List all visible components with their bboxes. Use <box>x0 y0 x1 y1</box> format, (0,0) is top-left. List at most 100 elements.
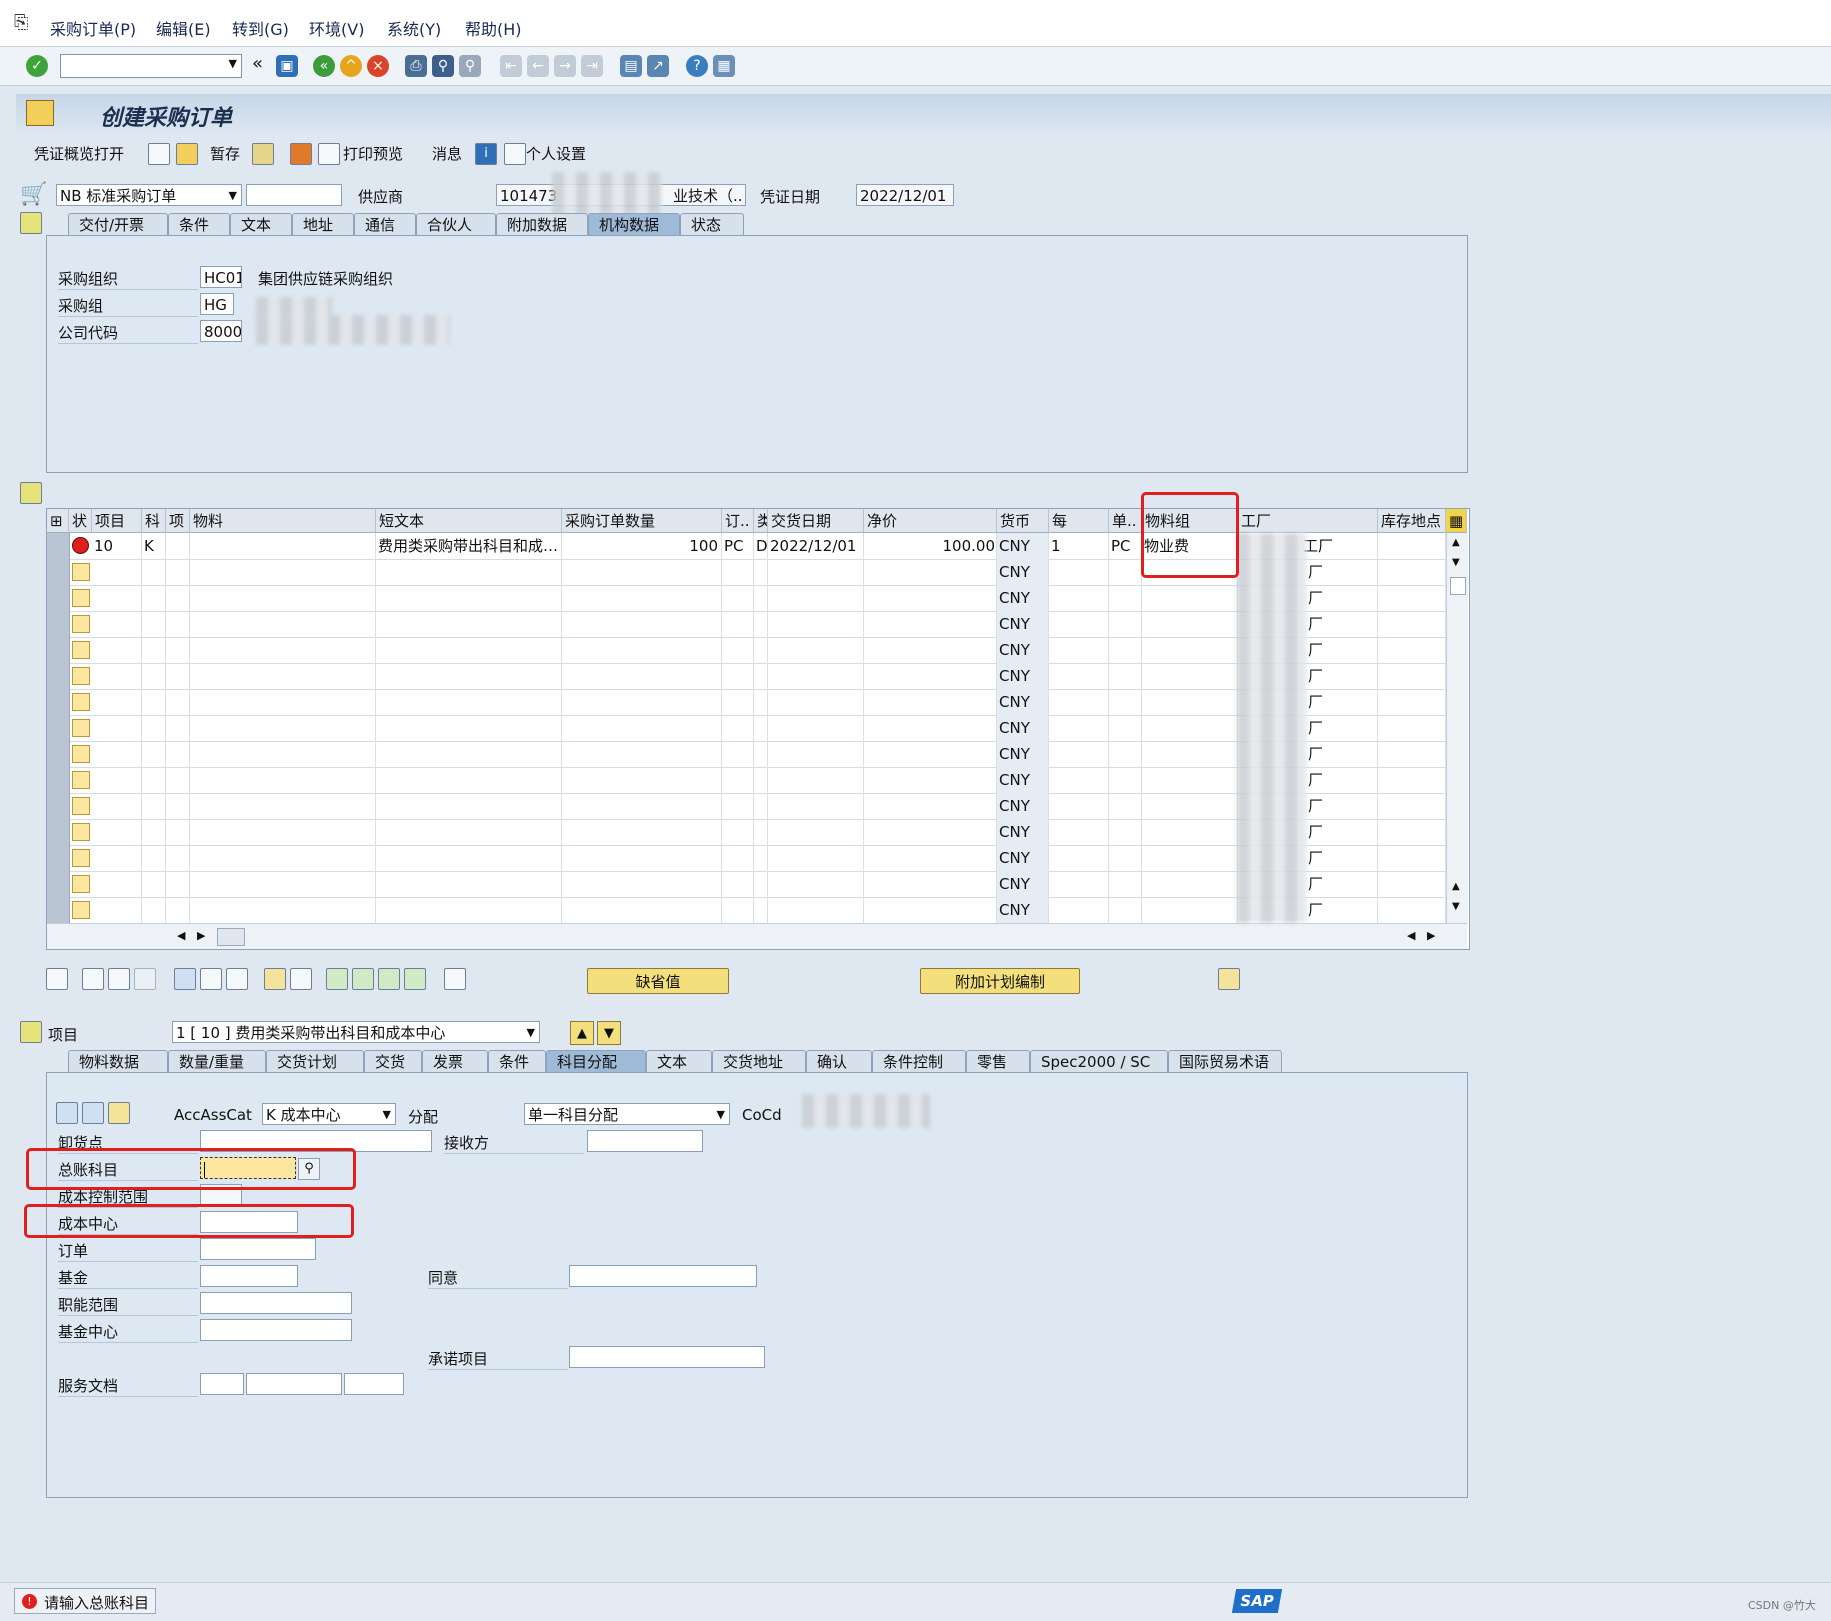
grid-cell[interactable] <box>1378 689 1446 715</box>
grid-cell[interactable] <box>1378 559 1446 585</box>
grid-cell[interactable] <box>142 663 166 689</box>
grid-cell[interactable] <box>722 845 754 871</box>
change-icon[interactable] <box>82 1102 104 1124</box>
status-cell[interactable] <box>72 771 90 789</box>
new-document-icon[interactable] <box>148 143 170 165</box>
next-page-icon[interactable]: → <box>554 55 576 77</box>
grid-cell[interactable] <box>190 689 376 715</box>
cell-material[interactable] <box>190 533 376 559</box>
menu-purchase-order[interactable]: 采购订单(P) <box>50 16 136 40</box>
grid-cell[interactable] <box>754 689 768 715</box>
grid-cell[interactable] <box>754 585 768 611</box>
print-preview-icon[interactable] <box>318 143 340 165</box>
cancel-icon[interactable]: × <box>367 55 389 77</box>
distribution-select[interactable]: 单一科目分配 ▼ <box>524 1103 730 1125</box>
col-storage-location[interactable]: 库存地点 <box>1378 509 1446 533</box>
collapse-icon[interactable]: « <box>252 53 263 74</box>
grid-cell[interactable] <box>754 871 768 897</box>
grid-cell[interactable] <box>142 585 166 611</box>
col-status[interactable]: 状 <box>69 509 92 533</box>
grid-cell[interactable] <box>754 611 768 637</box>
grid-cell[interactable] <box>754 819 768 845</box>
select-all-header[interactable]: ⊞ <box>47 509 69 533</box>
grid-cell[interactable] <box>92 767 142 793</box>
personal-settings-button[interactable]: 个人设置 <box>526 143 586 164</box>
grid-cell[interactable] <box>1378 845 1446 871</box>
find-next-icon[interactable]: ⚲ <box>459 55 481 77</box>
grid-cell[interactable] <box>190 585 376 611</box>
grid-cell[interactable] <box>562 585 722 611</box>
menu-edit[interactable]: 编辑(E) <box>156 16 211 40</box>
grid-cell[interactable] <box>562 611 722 637</box>
grid-cell[interactable] <box>166 819 190 845</box>
grid-cell[interactable] <box>166 715 190 741</box>
sort-desc-icon[interactable] <box>352 968 374 990</box>
tab-account-assignment[interactable]: 科目分配 <box>546 1050 646 1072</box>
grid-cell[interactable] <box>376 819 562 845</box>
grid-cell[interactable] <box>1109 741 1142 767</box>
service-doc-field-3[interactable] <box>344 1373 404 1395</box>
cell-per[interactable]: 1 <box>1049 533 1109 559</box>
grid-cell[interactable] <box>92 897 142 923</box>
grid-cell[interactable] <box>1049 611 1109 637</box>
grid-cell[interactable] <box>190 611 376 637</box>
grid-cell[interactable] <box>142 689 166 715</box>
tab-delivery-address[interactable]: 交货地址 <box>712 1050 806 1072</box>
grid-cell[interactable] <box>1049 871 1109 897</box>
grid-cell[interactable] <box>376 793 562 819</box>
status-cell[interactable] <box>72 797 90 815</box>
lock-icon[interactable] <box>200 968 222 990</box>
grid-cell[interactable] <box>754 559 768 585</box>
col-quantity[interactable]: 采购订单数量 <box>562 509 722 533</box>
grid-cell[interactable] <box>722 871 754 897</box>
grid-cell[interactable] <box>142 741 166 767</box>
grid-cell[interactable] <box>92 845 142 871</box>
grid-cell[interactable] <box>166 689 190 715</box>
grid-cell[interactable] <box>166 871 190 897</box>
grid-cell[interactable] <box>166 741 190 767</box>
grid-cell[interactable] <box>562 689 722 715</box>
grid-cell[interactable] <box>190 767 376 793</box>
last-page-icon[interactable]: ⇥ <box>581 55 603 77</box>
grid-cell[interactable] <box>754 897 768 923</box>
grid-cell[interactable] <box>562 663 722 689</box>
grid-cell[interactable] <box>864 637 997 663</box>
grid-cell[interactable] <box>92 663 142 689</box>
grid-cell[interactable] <box>864 611 997 637</box>
grid-cell[interactable] <box>92 585 142 611</box>
collapse-item-detail-icon[interactable] <box>20 1021 42 1043</box>
grid-cell[interactable] <box>864 897 997 923</box>
grid-cell[interactable] <box>142 559 166 585</box>
default-values-button[interactable]: 缺省值 <box>587 968 729 994</box>
grid-cell[interactable] <box>92 611 142 637</box>
grid-cell[interactable] <box>1109 793 1142 819</box>
grid-cell[interactable] <box>864 663 997 689</box>
grid-cell[interactable] <box>166 663 190 689</box>
grid-cell[interactable] <box>1378 897 1446 923</box>
prev-item-button[interactable]: ▲ <box>570 1021 594 1045</box>
grid-cell[interactable] <box>768 689 864 715</box>
grid-cell[interactable] <box>376 637 562 663</box>
grid-cell[interactable] <box>190 637 376 663</box>
menu-help[interactable]: 帮助(H) <box>465 16 522 40</box>
grid-cell[interactable] <box>92 871 142 897</box>
grid-cell[interactable] <box>190 871 376 897</box>
tab-confirmations[interactable]: 确认 <box>806 1050 872 1072</box>
grid-cell[interactable] <box>768 663 864 689</box>
tab-delivery-schedule[interactable]: 交货计划 <box>266 1050 364 1072</box>
grid-cell[interactable] <box>1378 637 1446 663</box>
grid-cell[interactable] <box>1378 741 1446 767</box>
cell-storage-location[interactable] <box>1378 533 1446 559</box>
grid-cell[interactable] <box>190 741 376 767</box>
grid-cell[interactable] <box>1142 871 1238 897</box>
edit-icon[interactable] <box>56 1102 78 1124</box>
expand-header-icon[interactable] <box>20 212 42 234</box>
grid-cell[interactable] <box>1142 585 1238 611</box>
grid-cell[interactable] <box>562 767 722 793</box>
service-doc-field-1[interactable] <box>200 1373 244 1395</box>
grid-cell[interactable] <box>722 637 754 663</box>
messages-flag-icon[interactable] <box>290 143 312 165</box>
status-cell[interactable] <box>72 693 90 711</box>
scroll-thumb[interactable] <box>1450 577 1466 595</box>
grid-cell[interactable] <box>562 637 722 663</box>
